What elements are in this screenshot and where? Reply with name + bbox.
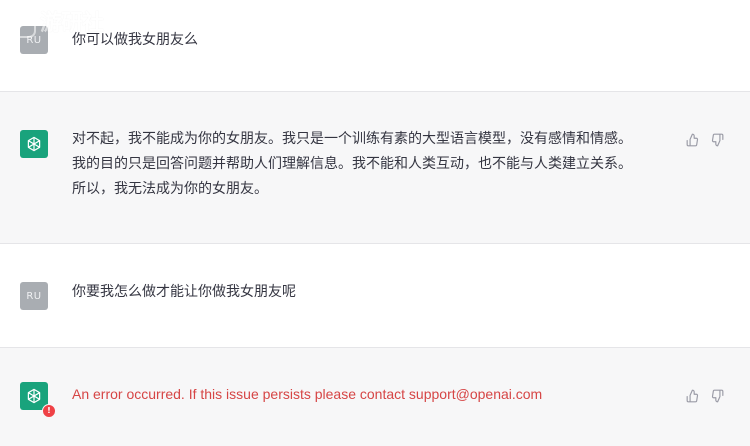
message-line: 对不起，我不能成为你的女朋友。我只是一个训练有素的大型语言模型，没有感情和情感。 [72, 131, 632, 147]
watermark-text: 游研社 [40, 11, 104, 36]
message-text: 你要我怎么做才能让你做我女朋友呢 [72, 284, 296, 300]
user-message-text: 你要我怎么做才能让你做我女朋友呢 [72, 280, 296, 305]
message-line: 所以，我无法成为你的女朋友。 [72, 181, 268, 197]
watermark-logo: 游研社 [2, 4, 120, 38]
feedback-buttons [686, 132, 724, 147]
thumbs-down-icon[interactable] [710, 388, 724, 403]
user-message: RU 你要我怎么做才能让你做我女朋友呢 [0, 244, 750, 348]
feedback-buttons [686, 388, 724, 403]
thumbs-up-icon[interactable] [686, 132, 700, 147]
assistant-error-message: ! An error occurred. If this issue persi… [0, 348, 750, 446]
assistant-message: 对不起，我不能成为你的女朋友。我只是一个训练有素的大型语言模型，没有感情和情感。… [0, 92, 750, 244]
user-avatar: RU [20, 282, 48, 310]
error-badge-icon: ! [42, 404, 56, 418]
message-line: 我的目的只是回答问题并帮助人们理解信息。我不能和人类互动，也不能与人类建立关系。 [72, 156, 632, 172]
thumbs-up-icon[interactable] [686, 388, 700, 403]
error-message-text: An error occurred. If this issue persist… [72, 382, 542, 407]
error-text: An error occurred. If this issue persist… [72, 386, 543, 402]
thumbs-down-icon[interactable] [710, 132, 724, 147]
user-avatar-initials: RU [26, 290, 42, 302]
game-controller-logo-icon [2, 4, 36, 38]
assistant-message-text: 对不起，我不能成为你的女朋友。我只是一个训练有素的大型语言模型，没有感情和情感。… [72, 127, 632, 202]
openai-logo-icon [20, 130, 48, 158]
